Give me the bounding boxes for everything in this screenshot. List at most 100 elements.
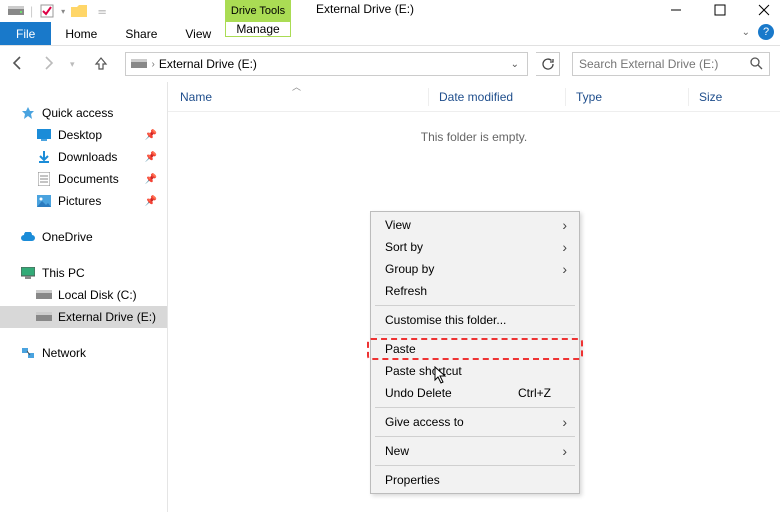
address-dropdown-icon[interactable]: ⌄ xyxy=(507,59,523,70)
sidebar-item-quick-access[interactable]: Quick access xyxy=(0,102,167,124)
refresh-button[interactable] xyxy=(536,52,560,76)
forward-button[interactable] xyxy=(40,55,56,74)
context-menu-sort-by[interactable]: Sort by xyxy=(373,236,577,258)
drive-icon xyxy=(130,56,148,72)
sidebar-item-label: Desktop xyxy=(58,128,102,142)
downloads-icon xyxy=(36,149,52,165)
context-menu-label: Paste shortcut xyxy=(385,364,462,378)
empty-folder-message: This folder is empty. xyxy=(168,112,780,144)
tab-manage[interactable]: Manage xyxy=(225,22,291,37)
context-menu-give-access[interactable]: Give access to xyxy=(373,411,577,433)
context-menu-label: Give access to xyxy=(385,415,464,429)
search-input[interactable] xyxy=(579,57,749,71)
tab-file[interactable]: File xyxy=(0,22,51,45)
folder-icon[interactable] xyxy=(71,3,87,19)
cloud-icon xyxy=(20,229,36,245)
pin-icon: 📌 xyxy=(145,174,157,185)
checkbox-icon[interactable] xyxy=(39,3,55,19)
context-menu-customise[interactable]: Customise this folder... xyxy=(373,309,577,331)
context-menu-properties[interactable]: Properties xyxy=(373,469,577,491)
context-menu-label: Sort by xyxy=(385,240,423,254)
sidebar-item-label: Documents xyxy=(58,172,119,186)
window-title: External Drive (E:) xyxy=(316,2,414,16)
pc-icon xyxy=(20,265,36,281)
pin-icon: 📌 xyxy=(145,130,157,141)
context-menu: View Sort by Group by Refresh Customise … xyxy=(370,211,580,494)
up-button[interactable] xyxy=(93,55,109,74)
sidebar-item-network[interactable]: Network xyxy=(0,342,167,364)
context-menu-new[interactable]: New xyxy=(373,440,577,462)
navigation-bar: ▾ › External Drive (E:) ⌄ xyxy=(0,46,780,82)
qat-separator: | xyxy=(30,4,33,18)
sidebar-item-pictures[interactable]: Pictures 📌 xyxy=(0,190,167,212)
drive-tools-context-tab[interactable]: Drive Tools xyxy=(225,0,291,22)
context-menu-paste[interactable]: Paste xyxy=(373,338,577,360)
sidebar-item-desktop[interactable]: Desktop 📌 xyxy=(0,124,167,146)
context-menu-separator xyxy=(375,334,575,335)
sidebar-item-label: Local Disk (C:) xyxy=(58,288,137,302)
sidebar-item-label: Network xyxy=(42,346,86,360)
context-menu-label: Properties xyxy=(385,473,440,487)
quick-access-toolbar: | ▾ ＝ xyxy=(0,3,107,19)
title-bar: | ▾ ＝ Drive Tools External Drive (E:) xyxy=(0,0,780,22)
context-menu-label: Customise this folder... xyxy=(385,313,506,327)
context-menu-label: View xyxy=(385,218,411,232)
column-type[interactable]: Type xyxy=(576,90,688,104)
address-text[interactable]: External Drive (E:) xyxy=(159,57,507,71)
context-menu-view[interactable]: View xyxy=(373,214,577,236)
tab-home[interactable]: Home xyxy=(51,22,111,45)
column-size[interactable]: Size xyxy=(699,90,722,104)
address-bar[interactable]: › External Drive (E:) ⌄ xyxy=(125,52,528,76)
search-box[interactable] xyxy=(572,52,770,76)
qat-dropdown-icon[interactable]: ▾ xyxy=(61,7,65,16)
drive-icon xyxy=(36,309,52,325)
sidebar-item-downloads[interactable]: Downloads 📌 xyxy=(0,146,167,168)
sidebar-item-this-pc[interactable]: This PC xyxy=(0,262,167,284)
context-menu-label: New xyxy=(385,444,409,458)
context-menu-undo-delete[interactable]: Undo DeleteCtrl+Z xyxy=(373,382,577,404)
ribbon-tabs: File Home Share View Manage ⌄ ? xyxy=(0,22,780,46)
context-menu-group-by[interactable]: Group by xyxy=(373,258,577,280)
sidebar-item-label: Downloads xyxy=(58,150,117,164)
desktop-icon xyxy=(36,127,52,143)
column-headers: ︿ Name Date modified Type Size xyxy=(168,82,780,112)
context-menu-separator xyxy=(375,407,575,408)
sidebar-item-external-drive[interactable]: External Drive (E:) xyxy=(0,306,167,328)
context-menu-shortcut: Ctrl+Z xyxy=(518,386,551,400)
tab-view[interactable]: View xyxy=(171,22,225,45)
drive-icon xyxy=(8,3,24,19)
sidebar-item-label: Quick access xyxy=(42,106,113,120)
sidebar-item-label: External Drive (E:) xyxy=(58,310,156,324)
tab-share[interactable]: Share xyxy=(111,22,171,45)
context-menu-label: Paste xyxy=(385,342,416,356)
context-menu-separator xyxy=(375,436,575,437)
maximize-button[interactable] xyxy=(708,0,732,20)
column-name[interactable]: Name xyxy=(180,90,428,104)
sidebar-item-local-disk[interactable]: Local Disk (C:) xyxy=(0,284,167,306)
pin-icon: 📌 xyxy=(145,196,157,207)
star-icon xyxy=(20,105,36,121)
back-button[interactable] xyxy=(10,55,26,74)
sidebar-item-onedrive[interactable]: OneDrive xyxy=(0,226,167,248)
sort-indicator-icon: ︿ xyxy=(292,80,301,93)
network-icon xyxy=(20,345,36,361)
recent-dropdown-icon[interactable]: ▾ xyxy=(70,59,75,70)
ribbon-expand-icon[interactable]: ⌄ xyxy=(742,27,750,38)
context-menu-paste-shortcut[interactable]: Paste shortcut xyxy=(373,360,577,382)
minimize-button[interactable] xyxy=(664,0,688,20)
search-icon[interactable] xyxy=(749,56,763,73)
sidebar-item-label: Pictures xyxy=(58,194,101,208)
address-separator-icon[interactable]: › xyxy=(152,59,155,70)
context-menu-separator xyxy=(375,465,575,466)
pin-icon: 📌 xyxy=(145,152,157,163)
documents-icon xyxy=(36,171,52,187)
navigation-pane: Quick access Desktop 📌 Downloads 📌 Docum… xyxy=(0,82,168,512)
column-date[interactable]: Date modified xyxy=(439,90,565,104)
help-icon[interactable]: ? xyxy=(758,24,774,40)
pictures-icon xyxy=(36,193,52,209)
qat-overflow-icon[interactable]: ＝ xyxy=(97,4,107,19)
sidebar-item-documents[interactable]: Documents 📌 xyxy=(0,168,167,190)
context-menu-refresh[interactable]: Refresh xyxy=(373,280,577,302)
disk-icon xyxy=(36,287,52,303)
close-button[interactable] xyxy=(752,0,776,20)
